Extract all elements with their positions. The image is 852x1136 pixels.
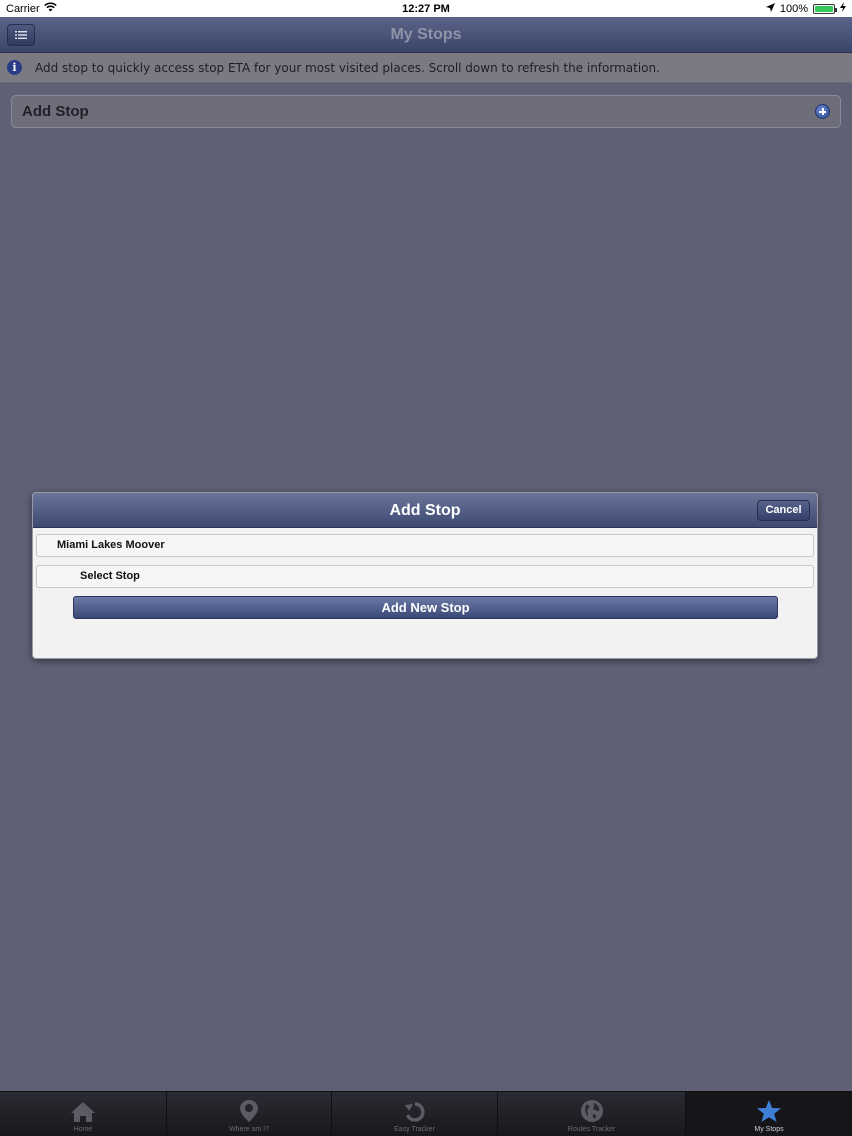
tab-label: Where am I? bbox=[228, 1126, 270, 1133]
page-title: My Stops bbox=[390, 26, 462, 43]
star-icon bbox=[757, 1100, 781, 1122]
wifi-icon bbox=[43, 2, 57, 15]
add-stop-dialog: Add Stop Cancel Miami Lakes Moover Selec… bbox=[32, 492, 818, 659]
navigation-bar: My Stops bbox=[0, 17, 852, 53]
cancel-button[interactable]: Cancel bbox=[757, 500, 810, 521]
add-stop-row[interactable]: Add Stop bbox=[11, 95, 841, 128]
refresh-arrow-icon bbox=[404, 1102, 425, 1122]
stop-select[interactable]: Select Stop bbox=[36, 565, 814, 588]
tab-my-stops[interactable]: My Stops bbox=[686, 1092, 852, 1136]
battery-icon bbox=[813, 3, 837, 14]
info-banner: i Add stop to quickly access stop ETA fo… bbox=[0, 53, 852, 83]
battery-percent: 100% bbox=[779, 2, 808, 15]
globe-icon bbox=[580, 1100, 603, 1122]
tab-home[interactable]: Home bbox=[0, 1092, 167, 1136]
tab-label: Easy Tracker bbox=[394, 1126, 435, 1133]
home-icon bbox=[71, 1102, 95, 1122]
info-text: Add stop to quickly access stop ETA for … bbox=[35, 60, 660, 75]
tab-bar: Home Where am I? Easy Tracker Routes Tra… bbox=[0, 1091, 852, 1136]
route-select[interactable]: Miami Lakes Moover bbox=[36, 534, 814, 557]
tab-label: Home bbox=[73, 1126, 93, 1133]
tab-easy-tracker[interactable]: Easy Tracker bbox=[332, 1092, 498, 1136]
charging-bolt-icon bbox=[840, 2, 846, 15]
add-stop-label: Add Stop bbox=[22, 103, 89, 120]
tab-routes-tracker[interactable]: Routes Tracker bbox=[498, 1092, 686, 1136]
add-circle-icon[interactable] bbox=[815, 104, 830, 119]
location-pin-icon bbox=[240, 1100, 258, 1122]
carrier-label: Carrier bbox=[6, 2, 40, 15]
status-bar: Carrier 12:27 PM 100% bbox=[0, 0, 852, 17]
tab-label: Routes Tracker bbox=[567, 1126, 616, 1133]
add-new-stop-button[interactable]: Add New Stop bbox=[73, 596, 778, 619]
tab-where-am-i[interactable]: Where am I? bbox=[167, 1092, 332, 1136]
dialog-title: Add Stop bbox=[389, 502, 461, 519]
dialog-header: Add Stop Cancel bbox=[33, 493, 817, 528]
info-icon: i bbox=[7, 60, 22, 75]
location-arrow-icon bbox=[765, 2, 775, 15]
tab-label: My Stops bbox=[754, 1126, 784, 1133]
